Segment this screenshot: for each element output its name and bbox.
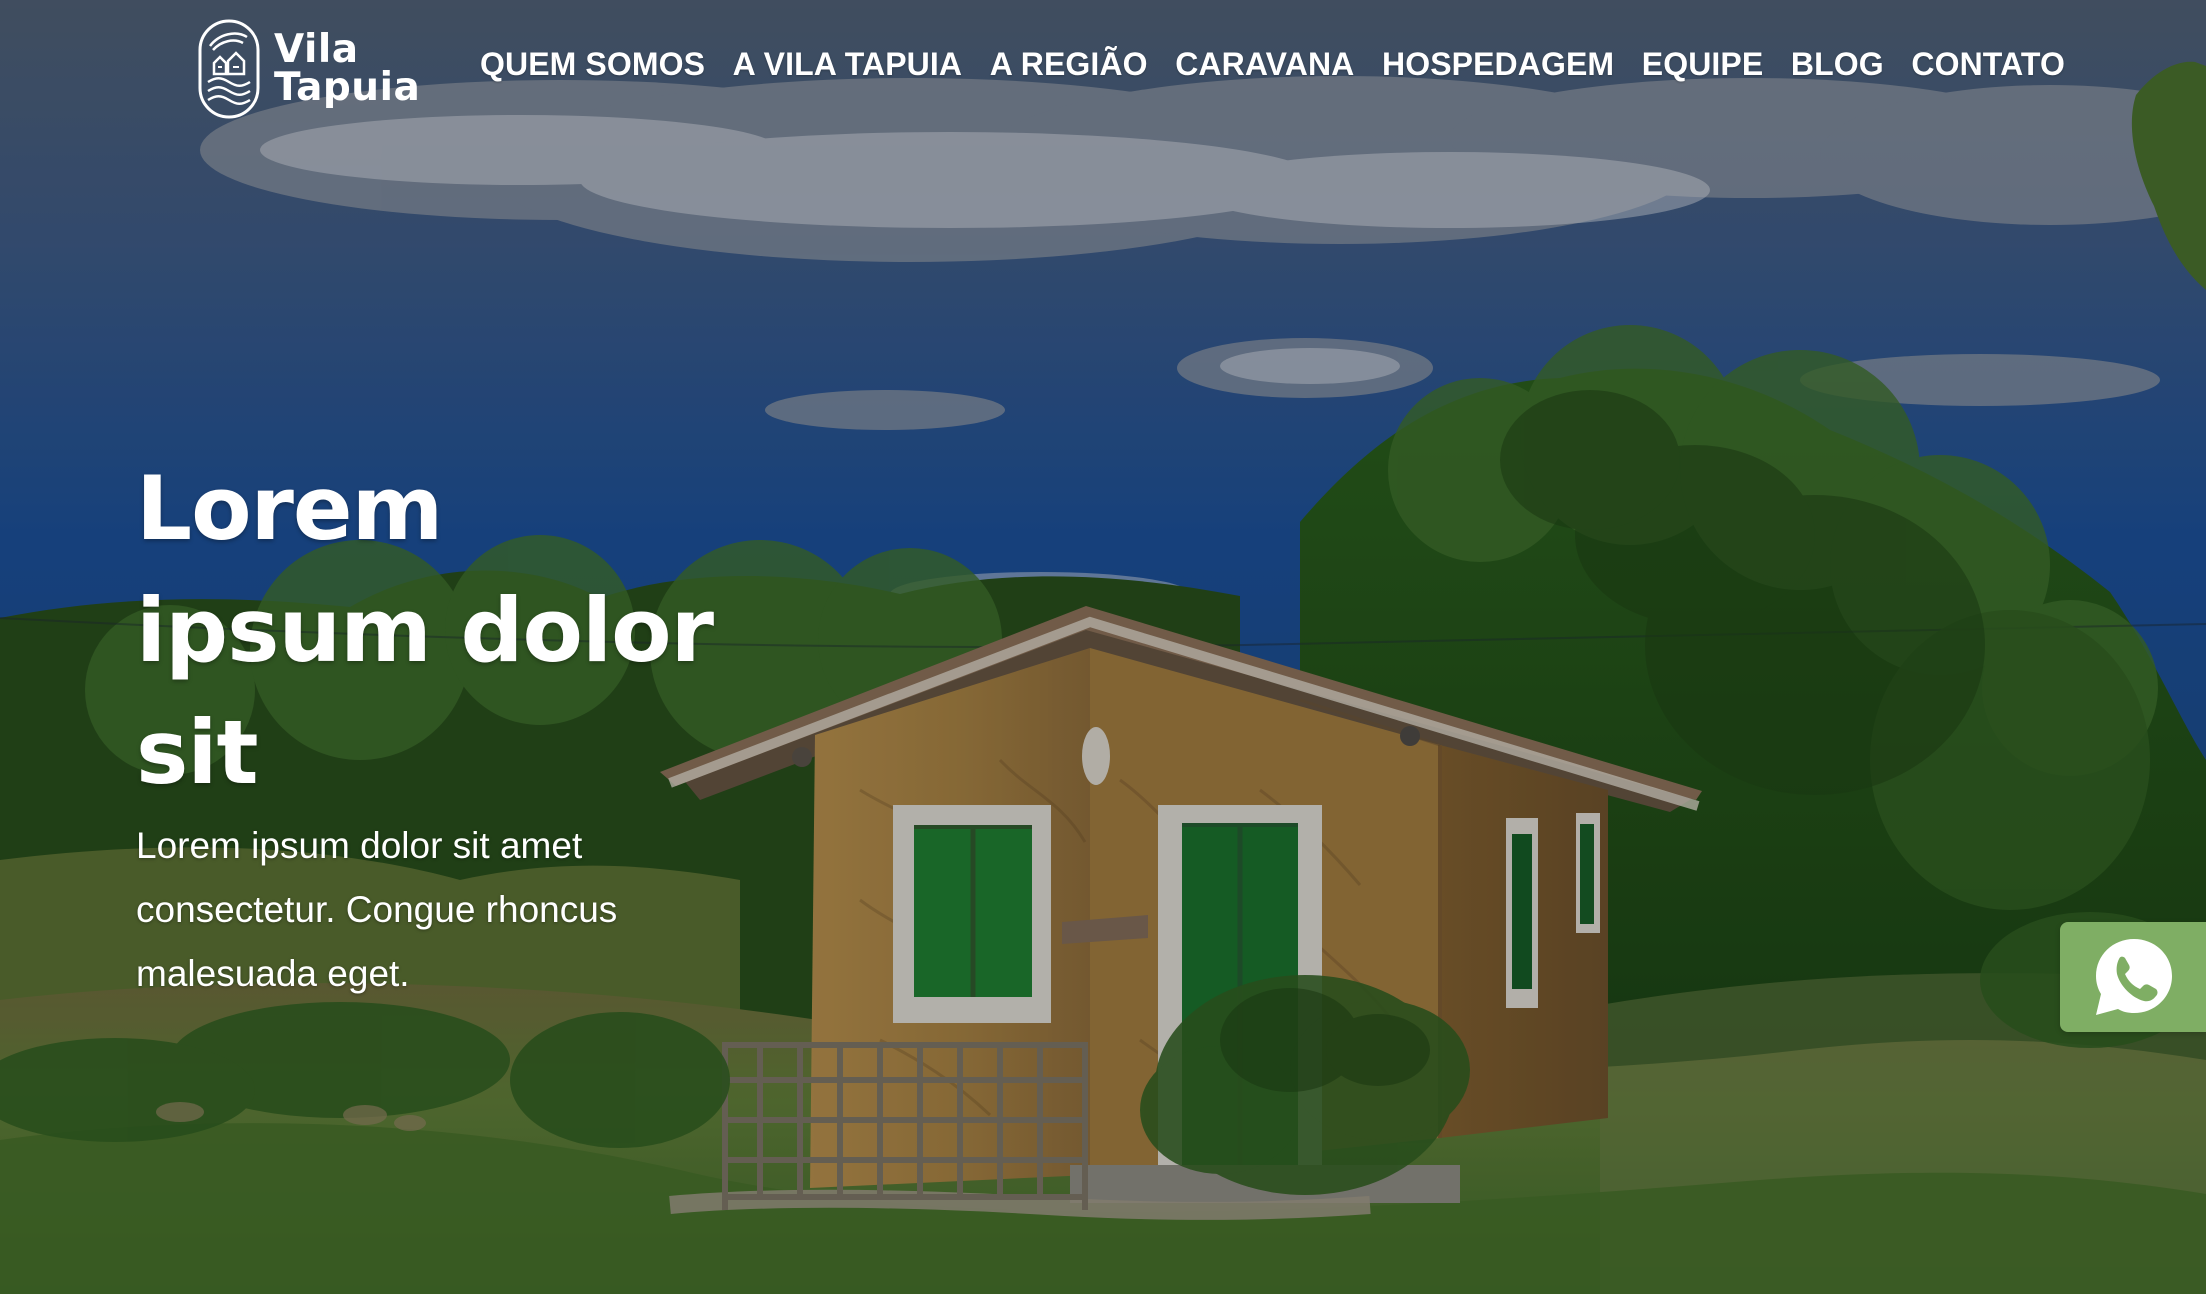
house-waves-logo-icon [198, 19, 260, 119]
nav-item-caravana[interactable]: CARAVANA [1175, 46, 1354, 83]
hero-subtitle: Lorem ipsum dolor sit amet consectetur. … [136, 825, 618, 994]
nav-item-hospedagem[interactable]: HOSPEDAGEM [1382, 46, 1614, 83]
brand-name: Vila Tapuia [274, 26, 421, 110]
hero-title: Lorem ipsum dolor sit [136, 457, 714, 804]
hero-section: Lorem ipsum dolor sit Lorem ipsum dolor … [136, 448, 856, 1006]
whatsapp-icon [2096, 939, 2172, 1015]
nav-item-contato[interactable]: CONTATO [1911, 46, 2065, 83]
main-navigation: QUEM SOMOS A VILA TAPUIA A REGIÃO CARAVA… [480, 35, 2065, 93]
page: Vila Tapuia QUEM SOMOS A VILA TAPUIA A R… [0, 0, 2206, 1294]
brand-logo-link[interactable]: Vila Tapuia [198, 18, 420, 120]
nav-item-a-regiao[interactable]: A REGIÃO [990, 46, 1148, 83]
whatsapp-button[interactable] [2060, 922, 2206, 1032]
brand-name-line-1: Vila [274, 26, 359, 72]
nav-item-a-vila-tapuia[interactable]: A VILA TAPUIA [733, 46, 962, 83]
nav-item-quem-somos[interactable]: QUEM SOMOS [480, 46, 705, 83]
nav-item-equipe[interactable]: EQUIPE [1642, 46, 1764, 83]
brand-name-line-2: Tapuia [274, 65, 421, 110]
nav-item-blog[interactable]: BLOG [1791, 46, 1884, 83]
